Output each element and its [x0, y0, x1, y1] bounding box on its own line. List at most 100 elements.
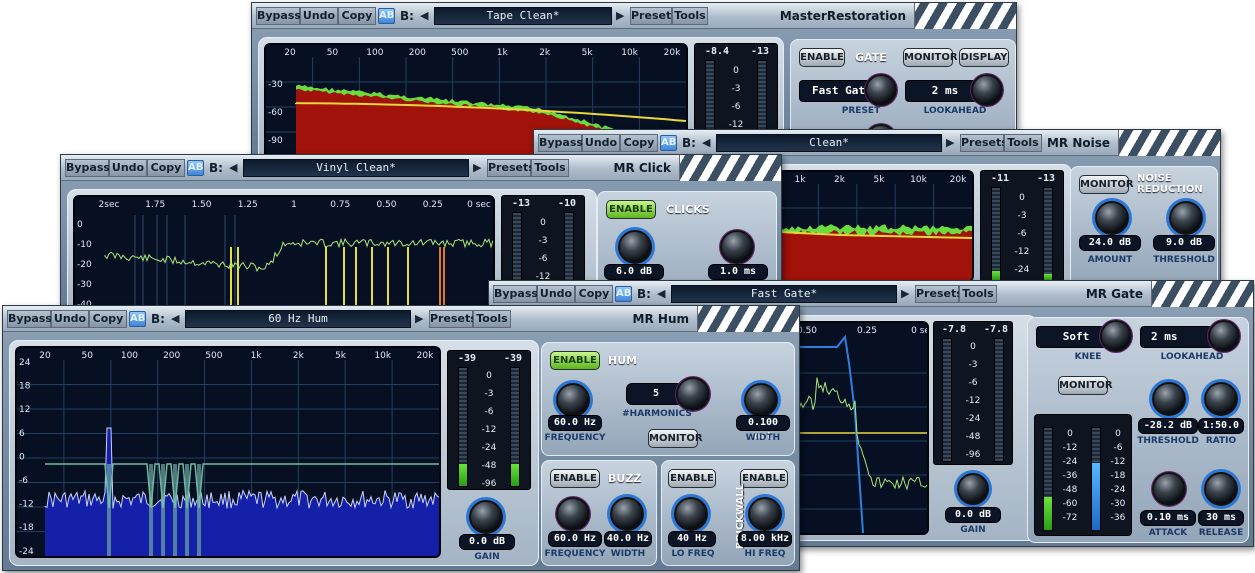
prev-preset-icon[interactable]: ◀ [420, 9, 428, 22]
gate-preset-knob[interactable] [865, 74, 897, 106]
presets-button[interactable]: Presets [630, 7, 678, 25]
prev-preset-icon[interactable]: ◀ [171, 312, 179, 325]
clicks-length-knob[interactable] [720, 230, 754, 264]
lookahead-knob[interactable] [971, 74, 1003, 106]
brand-logo-icon [1118, 130, 1220, 156]
notch-filter-band [161, 464, 165, 556]
amount-knob[interactable] [1095, 201, 1129, 235]
undo-button[interactable]: Undo [51, 310, 89, 328]
a-b-toggle-icon[interactable]: AB [187, 160, 204, 176]
preset-name-field[interactable]: Tape Clean* [434, 7, 612, 25]
db-tick-label: 24 [19, 358, 31, 368]
bypass-button[interactable]: Bypass [7, 310, 52, 328]
b-slot-label: B: [209, 161, 223, 175]
next-preset-icon[interactable]: ▶ [946, 136, 954, 149]
tools-button[interactable]: Tools [1004, 134, 1042, 152]
gate-scale-right-label: -24 [1110, 485, 1126, 495]
click-waveform-display: 2sec 1.75 1.50 1.25 1 0.75 0.50 0.25 0 sec 0 -10 -2… [73, 195, 495, 311]
time-tick-label: 0.50 [376, 200, 396, 210]
knee-knob[interactable] [1100, 320, 1132, 352]
next-preset-icon[interactable]: ▶ [616, 9, 624, 22]
display-button[interactable]: DISPLAY [959, 48, 1009, 67]
presets-button[interactable]: Presets [960, 134, 1008, 152]
frequency-value: 60.0 Hz [548, 415, 602, 431]
next-preset-icon[interactable]: ▶ [473, 161, 481, 174]
lo-freq-label: LO FREQ [671, 549, 715, 559]
prev-preset-icon[interactable]: ◀ [229, 161, 237, 174]
threshold-knob[interactable] [1169, 201, 1203, 235]
tools-button[interactable]: Tools [672, 7, 708, 25]
preset-name-field[interactable]: Fast Gate* [671, 285, 897, 303]
monitor-button[interactable]: MONITOR [1058, 376, 1113, 395]
undo-button[interactable]: Undo [537, 285, 575, 303]
a-b-toggle-icon[interactable]: AB [378, 8, 395, 24]
prev-preset-icon[interactable]: ◀ [657, 287, 665, 300]
bypass-button[interactable]: Bypass [493, 285, 538, 303]
noise-reduction-panel: MONITOR NOISE REDUCTION 24.0 dB AMOUNT 9… [1070, 166, 1218, 288]
undo-button[interactable]: Undo [582, 134, 620, 152]
clicks-sensitivity-knob[interactable] [618, 230, 652, 264]
brand-logo-icon [914, 3, 1016, 29]
width-knob[interactable] [744, 383, 778, 417]
next-preset-icon[interactable]: ▶ [415, 312, 423, 325]
presets-button[interactable]: Presets [915, 285, 963, 303]
buzz-enable-button[interactable]: ENABLE [550, 469, 600, 488]
buzz-panel: ENABLE BUZZ 60.0 Hz FREQUENCY 40.0 Hz WI… [541, 460, 657, 566]
freq-tick-label: 5k [874, 175, 886, 185]
undo-button[interactable]: Undo [109, 159, 147, 177]
notch-filter-band [185, 464, 189, 556]
attack-knob[interactable] [1152, 472, 1186, 506]
preset-name-field[interactable]: Vinyl Clean* [243, 159, 469, 177]
monitor-button[interactable]: MONITOR [903, 48, 958, 67]
copy-button[interactable]: Copy [89, 310, 127, 328]
lo-enable-button[interactable]: ENABLE [668, 469, 716, 488]
frequency-knob[interactable] [556, 383, 590, 417]
preset-name-field[interactable]: 60 Hz Hum [185, 310, 411, 328]
tools-button[interactable]: Tools [531, 159, 569, 177]
clicks-enable-button[interactable]: ENABLE [606, 200, 656, 219]
undo-button[interactable]: Undo [300, 7, 338, 25]
hum-spectrum-line [44, 427, 439, 510]
monitor-button[interactable]: MONITOR [1079, 175, 1134, 194]
bypass-button[interactable]: Bypass [538, 134, 583, 152]
copy-button[interactable]: Copy [338, 7, 376, 25]
presets-button[interactable]: Presets [487, 159, 535, 177]
bypass-button[interactable]: Bypass [256, 7, 301, 25]
prev-preset-icon[interactable]: ◀ [702, 136, 710, 149]
bypass-button[interactable]: Bypass [65, 159, 110, 177]
gate-enable-button[interactable]: ENABLE [799, 48, 845, 67]
monitor-button[interactable]: MONITOR [648, 429, 703, 448]
hum-enable-button[interactable]: ENABLE [550, 351, 600, 370]
meter-scale-label: -3 [484, 389, 494, 399]
presets-button[interactable]: Presets [429, 310, 477, 328]
buzz-frequency-knob[interactable] [556, 497, 590, 531]
copy-button[interactable]: Copy [620, 134, 658, 152]
db-tick-label: -30 [268, 80, 283, 90]
freq-tick-label: 10k [910, 175, 927, 185]
a-b-toggle-icon[interactable]: AB [660, 135, 677, 151]
meter-scale-label: -6 [731, 102, 741, 112]
preset-name-field[interactable]: Clean* [716, 134, 942, 152]
a-b-toggle-icon[interactable]: AB [615, 286, 632, 302]
copy-button[interactable]: Copy [575, 285, 613, 303]
lo-freq-knob[interactable] [674, 497, 708, 531]
brickwall-panel: ENABLE ENABLE BRICKWALL 40 Hz LO FREQ 8.… [661, 460, 795, 566]
gain-knob[interactable] [469, 500, 503, 534]
harmonics-knob[interactable] [676, 377, 710, 411]
hi-freq-knob[interactable] [748, 497, 782, 531]
freq-tick-label: 5k [582, 48, 594, 58]
release-knob[interactable] [1204, 472, 1238, 506]
gain-knob[interactable] [957, 473, 989, 505]
tools-button[interactable]: Tools [959, 285, 997, 303]
ratio-knob[interactable] [1204, 382, 1238, 416]
a-b-toggle-icon[interactable]: AB [129, 311, 146, 327]
copy-button[interactable]: Copy [147, 159, 185, 177]
lookahead-knob[interactable] [1208, 320, 1240, 352]
hi-enable-button[interactable]: ENABLE [740, 469, 788, 488]
threshold-knob[interactable] [1152, 382, 1186, 416]
tools-button[interactable]: Tools [473, 310, 511, 328]
gain-reduction-line [797, 334, 864, 533]
buzz-width-knob[interactable] [610, 497, 644, 531]
detected-click-marker [325, 247, 327, 309]
next-preset-icon[interactable]: ▶ [901, 287, 909, 300]
